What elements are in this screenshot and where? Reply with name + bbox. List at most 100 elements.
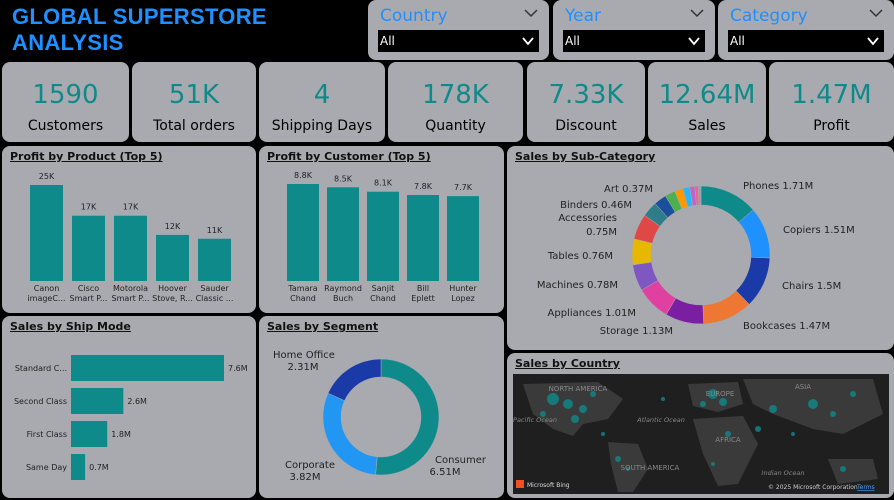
tick-label: Hunter (449, 284, 477, 293)
tick-label: Same Day (26, 463, 67, 472)
slice-label: Binders 0.46M (560, 200, 632, 211)
bing-logo-icon (516, 480, 524, 488)
map-bubble[interactable] (571, 415, 579, 423)
sales-by-country-map[interactable]: NORTH AMERICA EUROPE ASIA Atlantic Ocean… (513, 374, 889, 494)
year-dropdown-value: All (565, 34, 580, 48)
map-bubble[interactable] (547, 393, 559, 405)
map-bubble[interactable] (601, 432, 605, 436)
map-bubble[interactable] (563, 399, 573, 409)
data-label: 25K (39, 172, 55, 181)
country-slicer-label: Country (380, 6, 448, 26)
chevron-down-icon[interactable] (523, 6, 539, 20)
tick-label: imageC... (27, 294, 65, 303)
bar (447, 196, 479, 281)
world-map[interactable]: NORTH AMERICA EUROPE ASIA Atlantic Ocean… (513, 374, 889, 494)
map-bubble[interactable] (791, 432, 795, 436)
bar (71, 355, 224, 381)
profit-by-product-panel: Profit by Product (Top 5) 25K Canon imageC… (2, 146, 256, 313)
map-copyright: © 2025 Microsoft Corporation (768, 484, 858, 491)
bar (198, 238, 231, 281)
category-dropdown[interactable]: All (728, 30, 884, 52)
tick-label: Sanjit (372, 284, 395, 293)
tick-label: Chand (370, 294, 396, 303)
category-slicer-label: Category (730, 6, 808, 26)
year-dropdown[interactable]: All (563, 30, 705, 52)
map-bubble[interactable] (769, 405, 777, 413)
bar (114, 215, 147, 281)
sales-by-segment-chart: Consumer6.51M Corporate3.82M Home Office2.… (273, 350, 487, 483)
dashboard-title: GLOBAL SUPERSTORE ANALYSIS (0, 0, 366, 60)
category-slicer[interactable]: Category All (718, 0, 894, 60)
bar (156, 234, 189, 281)
bar (327, 187, 359, 281)
map-label: SOUTH AMERICA (621, 464, 680, 472)
bar (72, 215, 105, 281)
tick-label: Chand (290, 294, 316, 303)
map-bubble[interactable] (615, 456, 621, 462)
tick-label: Second Class (14, 397, 67, 406)
data-label: 7.6M (228, 364, 248, 373)
slice-label: Corporate (285, 460, 335, 471)
map-bubble[interactable] (661, 397, 665, 401)
slice-label: Consumer (435, 455, 487, 466)
kpi-label: Customers (27, 118, 104, 134)
map-bubble[interactable] (579, 405, 587, 413)
map-label: ASIA (795, 383, 811, 391)
data-label: 7.7K (454, 183, 473, 192)
slice (697, 185, 702, 206)
slice-label: Accessories (558, 213, 617, 224)
bar (287, 184, 319, 281)
country-slicer[interactable]: Country All (368, 0, 549, 60)
map-label: Pacific Ocean (513, 416, 557, 424)
kpi-discount: 7.33K Discount (527, 62, 645, 142)
sales-by-subcategory-chart: Phones 1.71M Copiers 1.51M Chairs 1.5M Book… (537, 181, 855, 337)
map-bubble[interactable] (840, 466, 846, 472)
tick-label: Standard C... (15, 364, 67, 373)
map-bubble[interactable] (700, 401, 706, 407)
map-bubble[interactable] (719, 398, 727, 406)
year-slicer[interactable]: Year All (553, 0, 715, 60)
map-terms-link[interactable]: Terms (856, 484, 875, 491)
tick-label: Bill (417, 284, 429, 293)
tick-label: Cisco (78, 284, 99, 293)
chevron-down-icon[interactable] (689, 6, 705, 20)
sales-by-subcategory-panel: Sales by Sub-Category Phones 1.71M Copier… (507, 146, 894, 350)
data-label: 11K (207, 226, 223, 235)
slice (375, 358, 440, 476)
tick-label: First Class (27, 430, 67, 439)
slice-label: Bookcases 1.47M (743, 321, 830, 332)
map-bubble[interactable] (755, 426, 761, 432)
tick-label: Smart P... (70, 294, 108, 303)
chevron-down-icon[interactable] (868, 6, 884, 20)
kpi-quantity: 178K Quantity (388, 62, 523, 142)
kpi-value: 51K (168, 80, 220, 110)
slice-label: Home Office (273, 350, 335, 361)
tick-label: Sauder (200, 284, 229, 293)
map-bubble[interactable] (711, 462, 715, 466)
bar (71, 388, 124, 414)
slice-value: 0.75M (586, 227, 617, 238)
chevron-down-icon (688, 37, 700, 46)
kpi-value: 4 (313, 80, 331, 110)
bar (30, 185, 63, 281)
slice-label: Phones 1.71M (743, 181, 813, 192)
slice (327, 358, 382, 401)
map-bubble[interactable] (808, 399, 818, 409)
category-dropdown-value: All (730, 34, 745, 48)
slice-label: Appliances 1.01M (548, 308, 637, 319)
kpi-value: 12.64M (658, 80, 756, 110)
tick-label: Canon (34, 284, 60, 293)
bar (71, 454, 86, 480)
data-label: 8.5K (334, 174, 353, 183)
slice-label: Copiers 1.51M (783, 225, 855, 236)
slice-label: Machines 0.78M (537, 280, 618, 291)
slice-label: Tables 0.76M (547, 251, 613, 262)
sales-by-shipmode-panel: Sales by Ship Mode Standard C... 7.6M Seco… (2, 316, 256, 498)
map-bubble[interactable] (850, 391, 856, 397)
bar (367, 191, 399, 281)
tick-label: Classic ... (196, 294, 234, 303)
tick-label: Tamara (287, 284, 317, 293)
map-bubble[interactable] (830, 411, 836, 417)
country-dropdown[interactable]: All (378, 30, 539, 52)
map-label: NORTH AMERICA (549, 385, 608, 393)
